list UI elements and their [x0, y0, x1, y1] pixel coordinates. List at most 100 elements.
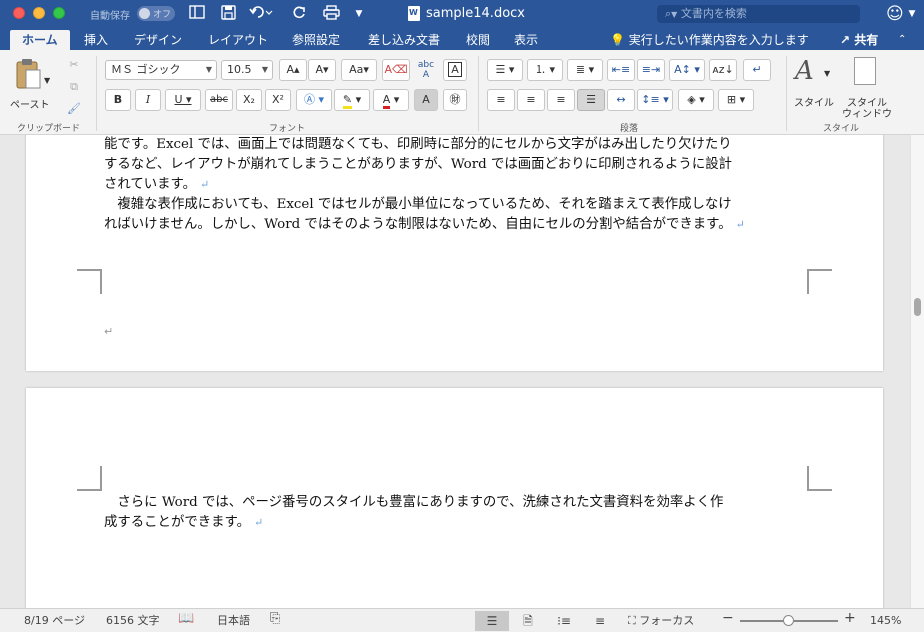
character-shading-button[interactable]: A	[414, 89, 438, 111]
undo-icon[interactable]	[248, 5, 274, 23]
autosave-toggle[interactable]: オフ	[137, 6, 175, 21]
tab-mailings[interactable]: 差し込み文書	[368, 30, 440, 50]
divider	[786, 56, 787, 131]
enclose-characters-button[interactable]: ㊖	[443, 89, 467, 111]
zoom-out-icon[interactable]: −	[722, 611, 734, 625]
document-canvas[interactable]: 能です。Excel では、画面上では問題なくても、印刷時に部分的にセルから文字が…	[0, 135, 910, 608]
multilevel-list-button[interactable]: ≣ ▾	[567, 59, 603, 81]
clear-formatting-button[interactable]: A⌫	[382, 59, 410, 81]
shading-button[interactable]: ◈ ▾	[678, 89, 714, 111]
tab-references[interactable]: 参照設定	[292, 30, 340, 50]
chevron-down-icon: ▼	[261, 65, 268, 74]
borders-button[interactable]: ⊞ ▾	[718, 89, 754, 111]
page: 能です。Excel では、画面上では問題なくても、印刷時に部分的にセルから文字が…	[26, 135, 883, 371]
tab-home[interactable]: ホーム	[10, 30, 70, 50]
italic-button[interactable]: I	[135, 89, 161, 111]
font-color-button[interactable]: A ▾	[373, 89, 409, 111]
font-color-icon: A	[382, 93, 391, 109]
customize-toolbar-icon[interactable]: ▼	[353, 5, 365, 23]
distributed-button[interactable]: ↔	[607, 89, 635, 111]
search-document-input[interactable]: ⌕▼ 文書内を検索	[657, 5, 860, 23]
highlight-button[interactable]: ✎ ▾	[334, 89, 370, 111]
borders-icon: ⊞ ▾	[726, 93, 746, 106]
increase-indent-button[interactable]: ≡⇥	[637, 59, 665, 81]
superscript-button[interactable]: X²	[265, 89, 291, 111]
bold-icon: B	[113, 93, 123, 106]
minimize-window-button[interactable]	[33, 7, 45, 19]
text-content: されています。	[104, 177, 196, 192]
share-button[interactable]: ↗ 共有	[840, 30, 878, 50]
collapse-ribbon-icon[interactable]: ⌃	[898, 30, 906, 50]
subscript-button[interactable]: X₂	[236, 89, 262, 111]
copy-icon[interactable]: ⧉	[64, 76, 84, 98]
numbering-button[interactable]: ⒈ ▾	[527, 59, 563, 81]
bullets-button[interactable]: ☰ ▾	[487, 59, 523, 81]
bold-button[interactable]: B	[105, 89, 131, 111]
print-icon[interactable]	[321, 5, 341, 23]
account-chevron-icon[interactable]: ▼	[907, 5, 917, 23]
outline-view-button[interactable]: ⁝≡	[547, 611, 581, 631]
change-case-button[interactable]: Aa▾	[341, 59, 377, 81]
align-center-button[interactable]: ≡	[517, 89, 545, 111]
draft-view-button[interactable]: ≡	[583, 611, 617, 631]
word-count[interactable]: 6156 文字	[106, 614, 160, 628]
align-left-button[interactable]: ≡	[487, 89, 515, 111]
paragraph-mark-button[interactable]: ↵	[743, 59, 771, 81]
tell-me-box[interactable]: 💡 実行したい作業内容を入力します	[610, 30, 809, 50]
save-icon[interactable]	[219, 5, 237, 23]
text-line: ればいけません。しかし、Word ではそのような制限はないため、自由にセルの分割…	[104, 215, 745, 235]
text-direction-button[interactable]: A↕ ▾	[669, 59, 705, 81]
redo-icon[interactable]	[290, 5, 308, 23]
justify-button[interactable]: ☰	[577, 89, 605, 111]
page-count[interactable]: 8/19 ページ	[24, 614, 85, 628]
zoom-slider-knob[interactable]	[783, 615, 794, 626]
justify-icon: ☰	[586, 93, 596, 106]
focus-mode-button[interactable]: ⛶ フォーカス	[628, 614, 694, 628]
underline-button[interactable]: U ▾	[165, 89, 201, 111]
tab-design[interactable]: デザイン	[134, 30, 182, 50]
cut-icon[interactable]: ✂	[64, 54, 84, 76]
sort-button[interactable]: ᴀᴢ↓	[709, 59, 737, 81]
vertical-scrollbar[interactable]	[910, 135, 924, 608]
tab-insert[interactable]: 挿入	[84, 30, 108, 50]
shrink-font-button[interactable]: A▾	[308, 59, 336, 81]
tab-layout[interactable]: レイアウト	[208, 30, 268, 50]
proofing-icon[interactable]: 📖	[178, 612, 194, 626]
format-painter-icon[interactable]: 🖌	[64, 98, 84, 120]
text-effects-button[interactable]: Ⓐ ▾	[296, 89, 332, 111]
align-left-icon: ≡	[496, 93, 506, 106]
web-layout-view-button[interactable]: 🗎	[511, 611, 545, 631]
strikethrough-icon: abc	[210, 94, 228, 105]
bullets-icon: ☰ ▾	[495, 63, 515, 76]
paragraph-group-label: 段落	[620, 124, 639, 134]
print-layout-view-button[interactable]: ☰	[475, 611, 509, 631]
styles-button[interactable]: A ▼ スタイル	[790, 56, 836, 112]
paste-button[interactable]: ▼ ペースト	[8, 58, 54, 111]
tab-view[interactable]: 表示	[514, 30, 538, 50]
line-spacing-button[interactable]: ↕≡ ▾	[637, 89, 673, 111]
lightbulb-icon: 💡	[610, 33, 625, 47]
strikethrough-button[interactable]: abc	[205, 89, 233, 111]
sidebar-icon[interactable]	[188, 5, 206, 23]
align-right-button[interactable]: ≡	[547, 89, 575, 111]
grow-font-button[interactable]: A▴	[279, 59, 307, 81]
macro-record-icon[interactable]: ⎘	[270, 612, 280, 626]
close-window-button[interactable]	[13, 7, 25, 19]
styles-window-button[interactable]: スタイル ウィンドウ	[840, 56, 892, 120]
paragraph-mark-icon: ↵	[253, 516, 264, 529]
tab-review[interactable]: 校閲	[466, 30, 490, 50]
font-name-select[interactable]: ＭＳ ゴシック ▼	[105, 60, 217, 80]
zoom-level[interactable]: 145%	[870, 614, 901, 628]
distributed-icon: ↔	[616, 93, 626, 106]
font-size-select[interactable]: 10.5 ▼	[221, 60, 273, 80]
maximize-window-button[interactable]	[53, 7, 65, 19]
scrollbar-thumb[interactable]	[914, 298, 921, 316]
language[interactable]: 日本語	[217, 614, 250, 628]
zoom-in-icon[interactable]: +	[844, 611, 856, 625]
smiley-feedback-icon[interactable]: ☺	[886, 4, 906, 24]
clear-formatting-icon: A⌫	[384, 63, 408, 76]
character-border-button[interactable]: A	[443, 59, 467, 81]
phonetic-guide-icon[interactable]: abc A	[413, 59, 439, 81]
decrease-indent-button[interactable]: ⇤≡	[607, 59, 635, 81]
text-line: 成することができます。 ↵	[104, 513, 263, 533]
